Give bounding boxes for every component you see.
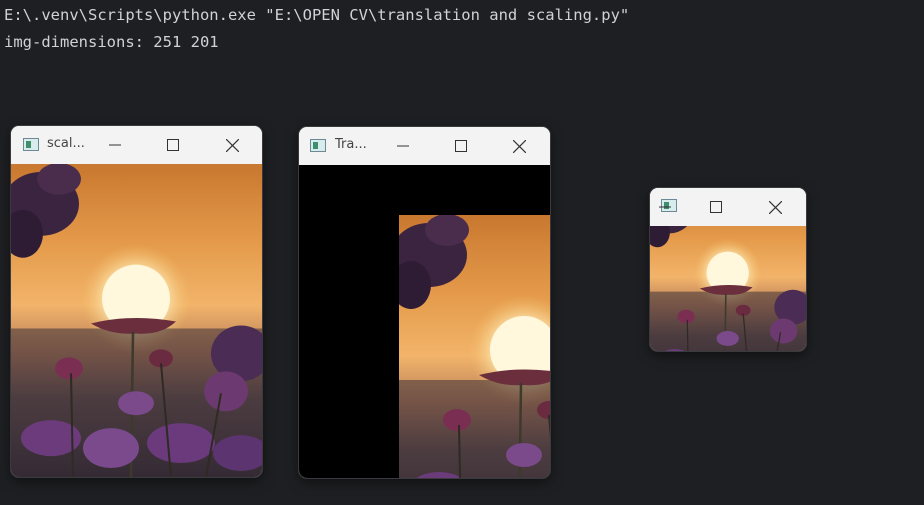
window-title: scal... (47, 136, 85, 151)
image-canvas (11, 164, 262, 477)
maximize-icon (455, 140, 467, 152)
maximize-icon (710, 201, 722, 213)
translated-image-window[interactable]: Tra... (299, 127, 550, 478)
close-icon (225, 138, 239, 152)
console-command-line: E:\.venv\Scripts\python.exe "E:\OPEN CV\… (4, 6, 630, 24)
scaled-down-sunset-image (650, 226, 806, 351)
window-titlebar[interactable]: scal... (11, 126, 262, 164)
close-icon (768, 200, 782, 214)
minimize-icon (659, 206, 671, 208)
minimize-button[interactable] (388, 131, 418, 161)
maximize-button[interactable] (158, 130, 188, 160)
maximize-icon (167, 139, 179, 151)
small-image-window[interactable] (650, 188, 806, 351)
image-canvas (299, 165, 550, 478)
opencv-window-icon (23, 138, 39, 151)
close-button[interactable] (760, 192, 790, 222)
close-icon (512, 139, 526, 153)
window-titlebar[interactable]: Tra... (299, 127, 550, 165)
scaled-image-window[interactable]: scal... (11, 126, 262, 477)
minimize-icon (397, 145, 409, 147)
console-dimensions-line: img-dimensions: 251 201 (4, 33, 219, 51)
maximize-button[interactable] (701, 192, 731, 222)
close-button[interactable] (504, 131, 534, 161)
image-canvas (650, 226, 806, 351)
window-title: Tra... (335, 137, 367, 152)
maximize-button[interactable] (446, 131, 476, 161)
window-titlebar[interactable] (650, 188, 806, 226)
minimize-icon (109, 144, 121, 146)
minimize-button[interactable] (100, 130, 130, 160)
close-button[interactable] (217, 130, 247, 160)
minimize-button[interactable] (650, 192, 680, 222)
opencv-window-icon (310, 139, 326, 152)
sunset-flower-image (11, 164, 262, 477)
translated-sunset-image (399, 215, 550, 478)
